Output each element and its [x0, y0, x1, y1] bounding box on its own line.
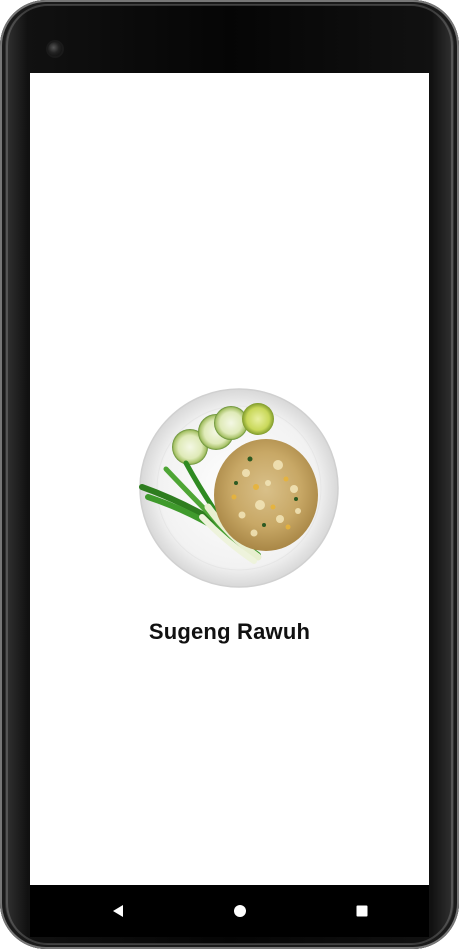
- fried-rice-plate-image: [139, 388, 339, 588]
- recents-button[interactable]: [348, 897, 376, 925]
- square-recents-icon: [356, 905, 368, 917]
- welcome-title: Sugeng Rawuh: [148, 619, 311, 644]
- back-button[interactable]: [104, 897, 132, 925]
- circle-home-icon: [234, 905, 246, 917]
- triangle-back-icon: [113, 905, 123, 917]
- front-camera: [48, 42, 62, 56]
- splash-screen: Sugeng Rawuh: [30, 73, 429, 885]
- home-button[interactable]: [226, 897, 254, 925]
- system-navigation-bar: [30, 885, 429, 937]
